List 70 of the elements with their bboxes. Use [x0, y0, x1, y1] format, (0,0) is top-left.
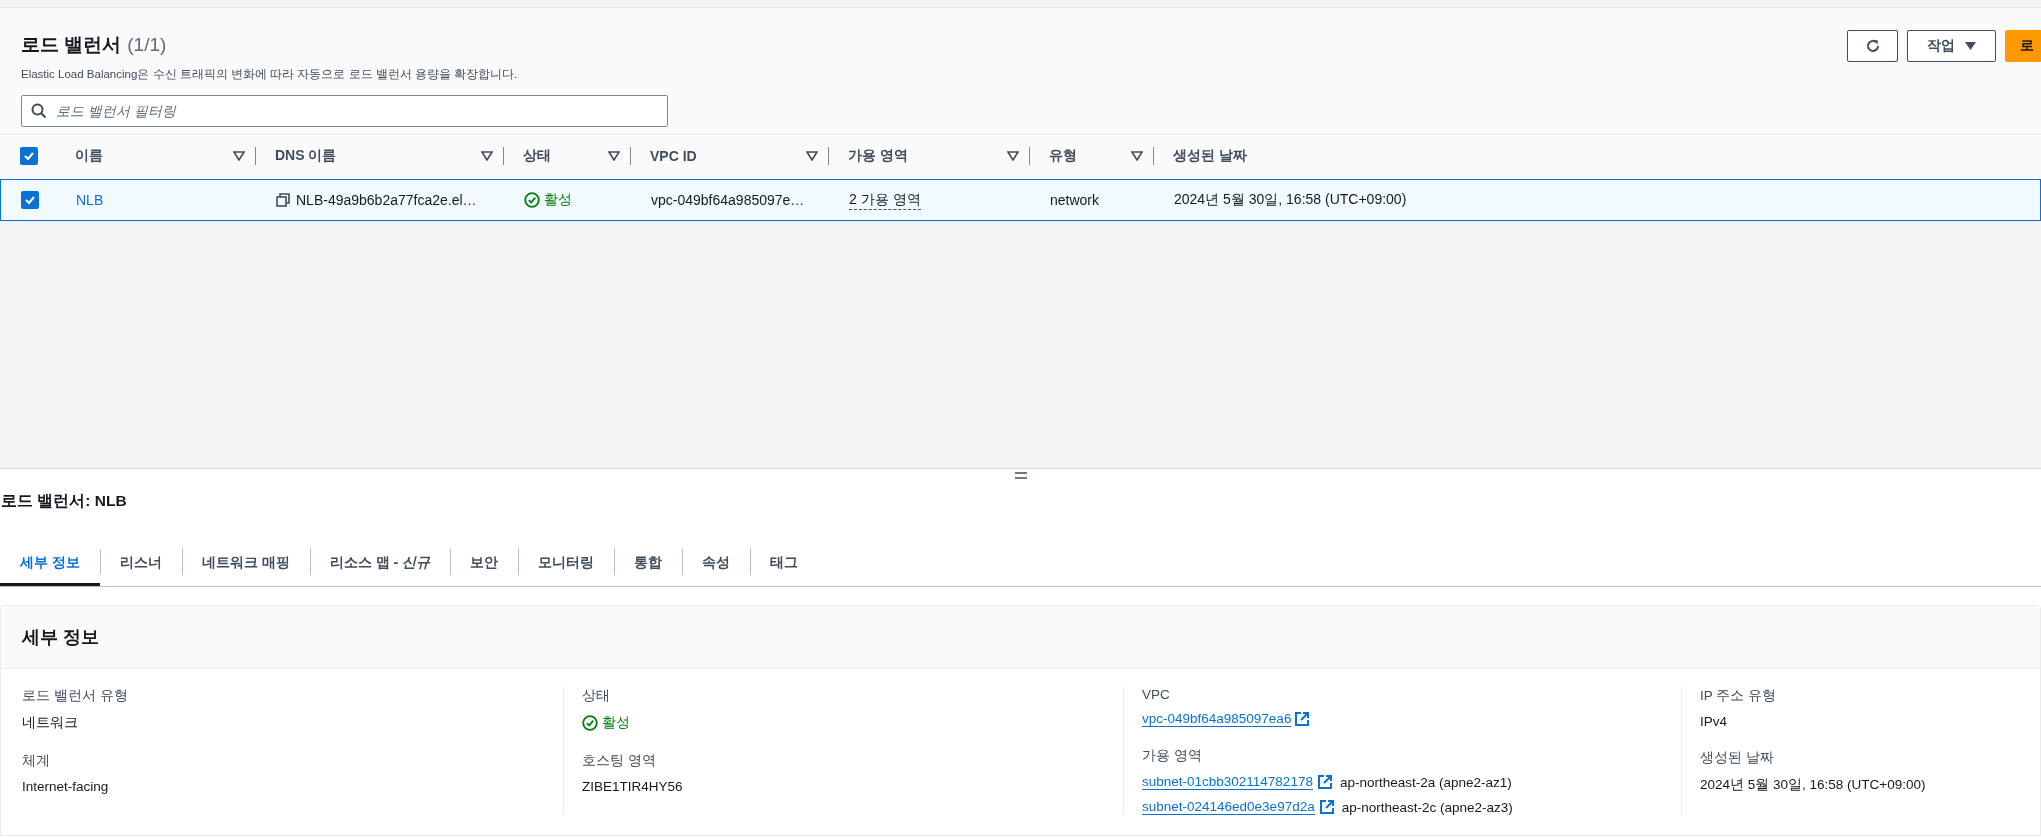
table-cell: 2024년 5월 30일, 16:58 (UTC+09:00) [1174, 191, 1407, 209]
table-row[interactable]: NLB NLB-49a9b6b2a77fca2e.el… 활성 vpc-049bf64a985097e… 2 가용 영역 network 2024년 5월 30일, 16:58 (UTC+09:00) [0, 179, 2041, 221]
copy-icon[interactable] [276, 193, 290, 207]
status-text: 활성 [602, 714, 630, 732]
column-header[interactable]: 이름 [75, 147, 103, 165]
refresh-button[interactable] [1847, 30, 1898, 62]
tab[interactable]: 통합 [614, 542, 683, 586]
select-all-checkbox[interactable] [20, 147, 38, 165]
field-value: 네트워크 [22, 714, 79, 732]
field-value: IPv4 [1700, 714, 1728, 729]
field-value: Internet-facing [22, 779, 110, 794]
field-value: ZIBE1TIR4HY56 [582, 779, 684, 794]
field-label: 호스팅 영역 [582, 752, 657, 770]
drag-handle-icon[interactable] [1014, 471, 1027, 479]
field-label: 체계 [22, 752, 51, 770]
section-title: 세부 정보 [22, 626, 99, 649]
tab[interactable]: 세부 정보 [0, 542, 100, 586]
sort-icon[interactable] [1007, 151, 1019, 161]
tab[interactable]: 태그 [750, 542, 819, 586]
field-label: 가용 영역 [1142, 747, 1203, 765]
detail-title: 로드 밸런서: NLB [0, 491, 128, 511]
tab[interactable]: 속성 [682, 542, 751, 586]
item-count: (1/1) [127, 34, 167, 56]
tab[interactable]: 네트워크 매핑 [181, 542, 310, 586]
field-label: 상태 [582, 687, 611, 705]
zones-popover-link[interactable]: 2 가용 영역 [849, 190, 921, 210]
tab[interactable]: 리스너 [99, 542, 182, 586]
search-icon [31, 103, 47, 119]
status-text: 활성 [544, 191, 572, 209]
actions-button[interactable]: 작업 [1907, 30, 1996, 62]
column-header[interactable]: 상태 [523, 147, 551, 165]
success-icon [524, 192, 540, 208]
sort-icon[interactable] [481, 151, 493, 161]
column-header[interactable]: DNS 이름 [275, 147, 337, 165]
tab[interactable]: 리소스 맵 - 신규 [309, 542, 451, 586]
field-label: 로드 밸런서 유형 [22, 687, 129, 705]
subnet-link[interactable]: subnet-024146ed0e3e97d2a [1142, 799, 1315, 815]
column-header[interactable]: 가용 영역 [848, 147, 908, 165]
sort-icon[interactable] [608, 151, 620, 161]
page-description: Elastic Load Balancing은 수신 트래픽의 변화에 따라 자동으로 로드 밸런서 용량을 확장합니다. [21, 67, 519, 82]
external-link-icon[interactable] [1317, 775, 1332, 789]
table-cell: vpc-049bf64a985097e… [651, 192, 805, 208]
page-title: 로드 밸런서 [21, 33, 122, 57]
create-button[interactable]: 로 [2005, 30, 2041, 62]
success-icon [582, 715, 598, 731]
name-link[interactable]: NLB [76, 192, 104, 208]
tab[interactable]: 모니터링 [518, 542, 615, 586]
tab[interactable]: 보안 [450, 542, 519, 586]
sort-icon[interactable] [1131, 151, 1143, 161]
refresh-icon [1864, 38, 1881, 54]
sort-icon[interactable] [806, 151, 818, 161]
caret-down-icon [1965, 42, 1976, 50]
zone-text: ap-northeast-2a (apne2-az1) [1339, 774, 1512, 790]
table-cell: NLB-49a9b6b2a77fca2e.el… [296, 192, 477, 208]
table-cell: network [1050, 192, 1100, 208]
field-label: 생성된 날짜 [1700, 749, 1775, 767]
column-header[interactable]: 생성된 날짜 [1173, 147, 1247, 165]
column-header[interactable]: 유형 [1049, 147, 1077, 165]
field-label: VPC [1142, 687, 1171, 702]
external-link-icon[interactable] [1295, 712, 1310, 726]
row-checkbox[interactable] [21, 191, 39, 209]
column-header[interactable]: VPC ID [650, 148, 697, 164]
sort-icon[interactable] [233, 151, 245, 161]
field-value: 2024년 5월 30일, 16:58 (UTC+09:00) [1700, 776, 1927, 794]
zone-text: ap-northeast-2c (apne2-az3) [1341, 799, 1513, 815]
external-link-icon[interactable] [1319, 800, 1334, 814]
subnet-link[interactable]: subnet-01cbb302114782178 [1142, 774, 1313, 790]
field-label: IP 주소 유형 [1700, 687, 1777, 705]
search-field[interactable]: 로드 밸런서 필터링 [21, 95, 668, 127]
vpc-link[interactable]: vpc-049bf64a985097ea6 [1142, 711, 1292, 727]
